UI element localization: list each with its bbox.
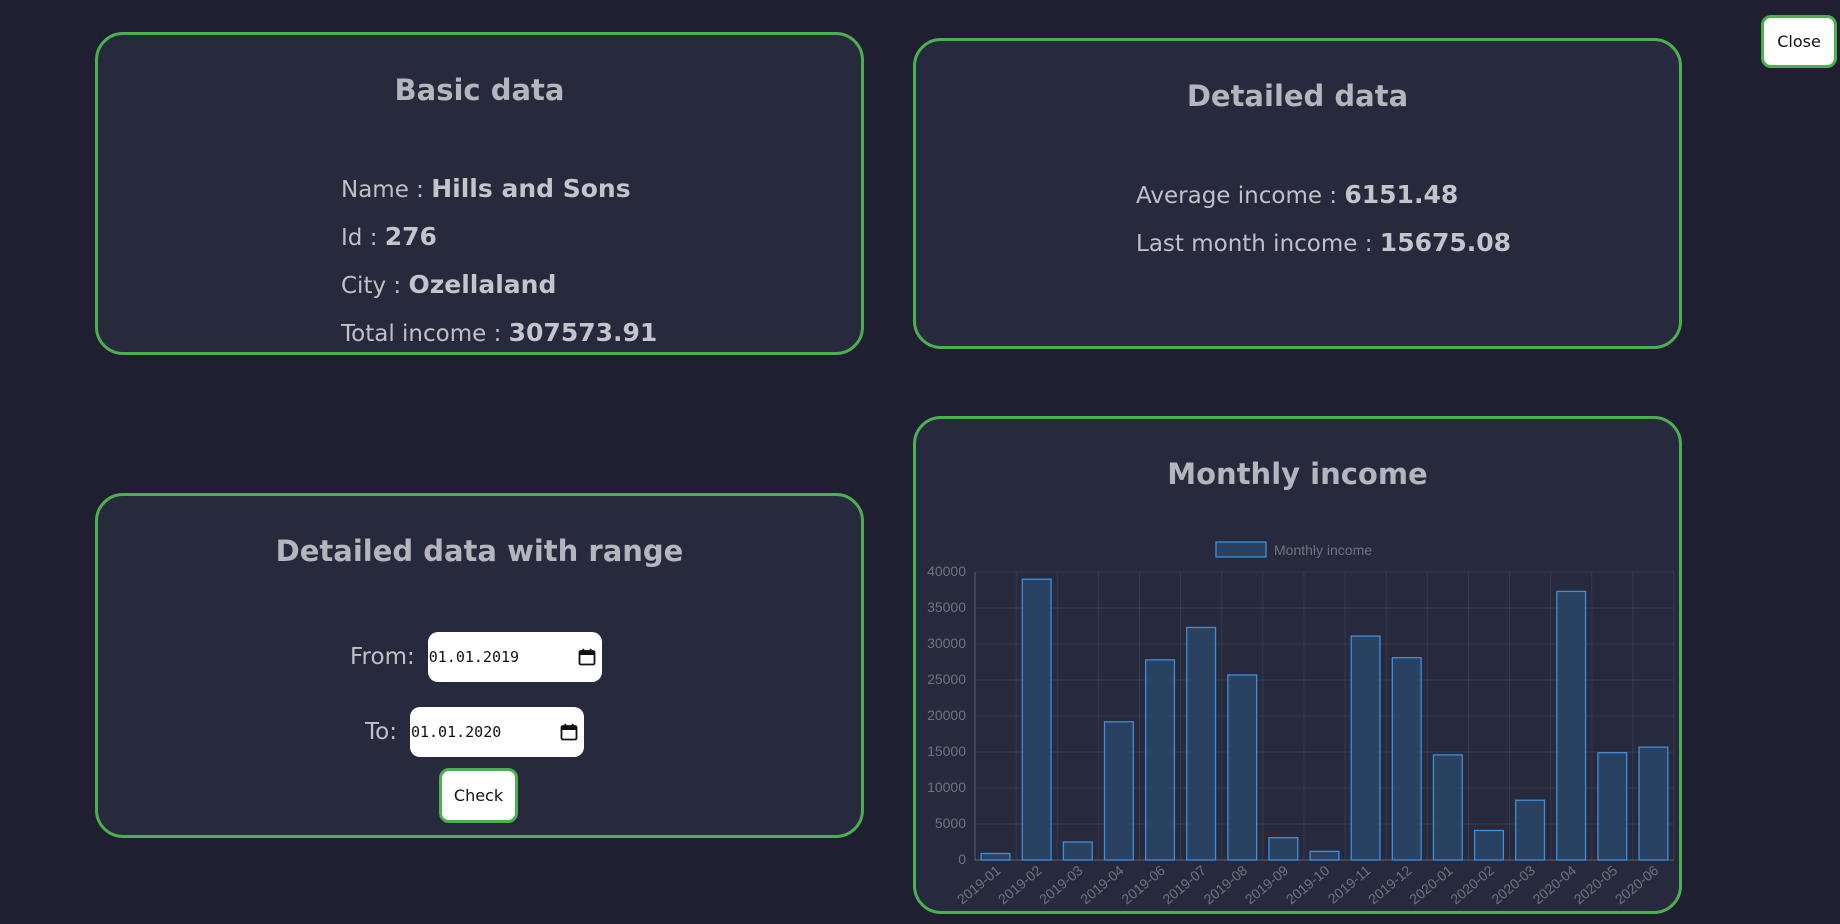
last-month-income-label: Last month income : xyxy=(1136,231,1380,257)
id-value: 276 xyxy=(384,222,437,251)
name-value: Hills and Sons xyxy=(431,174,631,203)
x-tick-label: 2019-09 xyxy=(1242,862,1292,907)
bar xyxy=(1144,659,1176,861)
y-tick-label: 35000 xyxy=(927,599,966,615)
bar xyxy=(1227,674,1258,861)
from-date-input[interactable]: 01.01.2019 xyxy=(427,632,602,682)
from-label: From: xyxy=(350,644,415,670)
bar xyxy=(1638,746,1669,861)
bar xyxy=(1556,590,1587,861)
to-label: To: xyxy=(365,719,397,745)
name-line: Name : Hills and Sons xyxy=(341,165,657,213)
close-button[interactable]: Close xyxy=(1761,15,1837,68)
x-tick-label: 2019-04 xyxy=(1077,862,1127,907)
y-tick-label: 0 xyxy=(958,851,966,867)
to-row: To: 01.01.2020 xyxy=(365,707,584,757)
x-tick-label: 2019-11 xyxy=(1325,862,1374,907)
monthly-income-card: Monthly income 0 5000 10000 15000 20000 25000… xyxy=(913,416,1682,914)
from-date-value: 01.01.2019 xyxy=(428,648,520,666)
total-income-label: Total income : xyxy=(341,321,509,347)
total-income-line: Total income : 307573.91 xyxy=(341,309,657,357)
y-tick-label: 25000 xyxy=(927,671,966,687)
x-tick-label: 2020-05 xyxy=(1571,862,1621,907)
x-tick-label: 2020-03 xyxy=(1488,862,1538,907)
bar xyxy=(1515,799,1546,861)
detailed-data-title: Detailed data xyxy=(1186,79,1409,113)
x-tick-label: 2019-02 xyxy=(995,862,1045,907)
city-value: Ozellaland xyxy=(408,270,557,299)
average-income-line: Average income : 6151.48 xyxy=(1136,171,1511,219)
legend-swatch xyxy=(1215,541,1267,558)
calendar-icon[interactable] xyxy=(578,648,596,666)
last-month-income-value: 15675.08 xyxy=(1379,228,1512,257)
to-date-value: 01.01.2020 xyxy=(410,723,502,741)
legend-label: Monthly income xyxy=(1274,542,1372,558)
monthly-income-chart: 0 5000 10000 15000 20000 25000 30000 35000 40000… xyxy=(927,541,1675,907)
basic-data-card: Basic data Name : Hills and Sons Id : 27… xyxy=(95,32,864,355)
bar xyxy=(1391,657,1422,861)
bar xyxy=(1432,754,1463,861)
to-date-input[interactable]: 01.01.2020 xyxy=(409,707,584,757)
x-tick-label: 2019-08 xyxy=(1201,862,1251,907)
basic-data-title: Basic data xyxy=(394,73,565,107)
last-month-income-line: Last month income : 15675.08 xyxy=(1136,219,1511,267)
x-tick-label: 2019-10 xyxy=(1283,862,1333,907)
x-tick-label: 2019-03 xyxy=(1036,862,1086,907)
x-tick-label: 2020-06 xyxy=(1612,862,1662,907)
calendar-icon[interactable] xyxy=(560,723,578,741)
x-tick-label: 2019-01 xyxy=(954,862,1004,907)
bar xyxy=(1186,626,1217,861)
basic-data-lines: Name : Hills and Sons Id : 276 City : Oz… xyxy=(341,165,657,357)
x-tick-label: 2020-02 xyxy=(1447,862,1497,907)
bar xyxy=(1103,721,1134,861)
bar xyxy=(1021,578,1052,861)
bar xyxy=(1597,752,1628,861)
average-income-label: Average income : xyxy=(1136,183,1345,209)
name-label: Name : xyxy=(341,177,432,203)
check-button[interactable]: Check xyxy=(439,768,518,823)
x-tick-label: 2019-06 xyxy=(1118,862,1168,907)
x-tick-label: 2020-04 xyxy=(1529,862,1579,907)
range-title: Detailed data with range xyxy=(275,534,684,568)
y-tick-label: 20000 xyxy=(927,707,966,723)
id-label: Id : xyxy=(341,225,385,251)
y-tick-label: 10000 xyxy=(927,779,966,795)
bar xyxy=(1473,829,1505,861)
id-line: Id : 276 xyxy=(341,213,657,261)
y-tick-label: 40000 xyxy=(927,563,966,579)
average-income-value: 6151.48 xyxy=(1344,180,1459,209)
total-income-value: 307573.91 xyxy=(508,318,658,347)
from-row: From: 01.01.2019 xyxy=(350,632,602,682)
city-line: City : Ozellaland xyxy=(341,261,657,309)
detailed-data-card: Detailed data Average income : 6151.48 L… xyxy=(913,38,1682,349)
x-tick-label: 2019-07 xyxy=(1159,862,1209,907)
city-label: City : xyxy=(341,273,409,299)
y-tick-label: 30000 xyxy=(927,635,966,651)
x-tick-label: 2020-01 xyxy=(1406,862,1456,907)
bar xyxy=(1350,635,1381,861)
y-tick-label: 5000 xyxy=(935,815,966,831)
bar xyxy=(1268,837,1299,861)
detailed-data-lines: Average income : 6151.48 Last month inco… xyxy=(1136,171,1511,267)
y-tick-label: 15000 xyxy=(927,743,966,759)
bar xyxy=(980,852,1011,861)
bar xyxy=(1309,850,1340,861)
x-tick-label: 2019-12 xyxy=(1365,862,1415,907)
bar xyxy=(1062,841,1093,861)
